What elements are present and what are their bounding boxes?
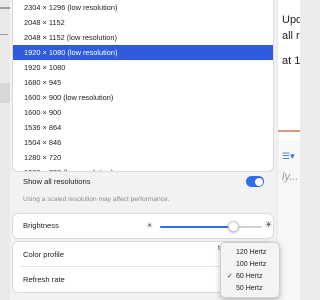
background-placeholder: ly... [282,171,299,183]
resolution-option[interactable]: 2048 × 1152 [13,15,273,30]
refresh-rate-option-label: 60 Hertz [236,273,263,280]
checkmark-icon: ✓ [227,273,233,280]
background-editor [278,140,300,300]
resolution-option[interactable]: 2304 × 1296 (low resolution) [13,0,273,15]
refresh-rate-label: Refresh rate [23,275,65,284]
background-divider [278,130,300,132]
refresh-rate-option[interactable]: 120 Hertz [221,247,279,259]
show-all-resolutions-row: Show all resolutions [12,171,274,193]
background-window: Upd all r at 1 ☰▾ ly... [278,0,300,300]
refresh-rate-option[interactable]: 100 Hertz [221,259,279,271]
resolution-option[interactable]: 1504 × 846 [13,135,273,150]
resolution-option[interactable]: 1600 × 900 (low resolution) [13,90,273,105]
background-text: at 1 [282,55,300,67]
brightness-label: Brightness [23,221,59,230]
toggle-knob [254,177,263,186]
background-text: all r [282,30,300,42]
resolution-option[interactable]: 1600 × 900 [13,105,273,120]
refresh-rate-option-label: 100 Hertz [236,261,267,268]
resolution-option[interactable]: 1920 × 1080 [13,60,273,75]
brightness-slider-thumb[interactable] [227,221,239,232]
background-text: Upd [282,14,300,26]
brightness-slider[interactable] [160,221,262,232]
show-all-resolutions-label: Show all resolutions [23,177,91,186]
resolution-option[interactable]: 1536 × 864 [13,120,273,135]
sidebar-stub [0,34,8,35]
resolution-option[interactable]: 1920 × 1080 (low resolution) [13,45,273,60]
displays-settings-panel: 2304 × 1296 (low resolution) 2048 × 1152 2… [10,0,280,300]
refresh-rate-dropdown[interactable]: 120 Hertz 100 Hertz ✓ 60 Hertz 50 Hertz [220,242,280,298]
brightness-slider-fill [160,226,234,228]
color-profile-label: Color profile [23,250,64,259]
refresh-rate-option-label: 50 Hertz [236,285,263,292]
resolution-option[interactable]: 1280 × 720 [13,150,273,165]
refresh-rate-option[interactable]: ✓ 60 Hertz [221,271,279,283]
show-all-resolutions-toggle[interactable] [246,176,264,187]
scaled-resolution-note: Using a scaled resolution may affect per… [23,196,170,203]
resolution-option[interactable]: 2048 × 1152 (low resolution) [13,30,273,45]
sun-small-icon: ☀ [146,221,154,230]
refresh-rate-option-label: 120 Hertz [236,249,267,256]
resolution-option[interactable]: 1680 × 945 [13,75,273,90]
list-icon[interactable]: ☰▾ [282,151,295,162]
resolution-list[interactable]: 2304 × 1296 (low resolution) 2048 × 1152 2… [12,0,274,172]
refresh-rate-option[interactable]: 50 Hertz [221,283,279,295]
sun-large-icon: ☀ [264,220,273,231]
